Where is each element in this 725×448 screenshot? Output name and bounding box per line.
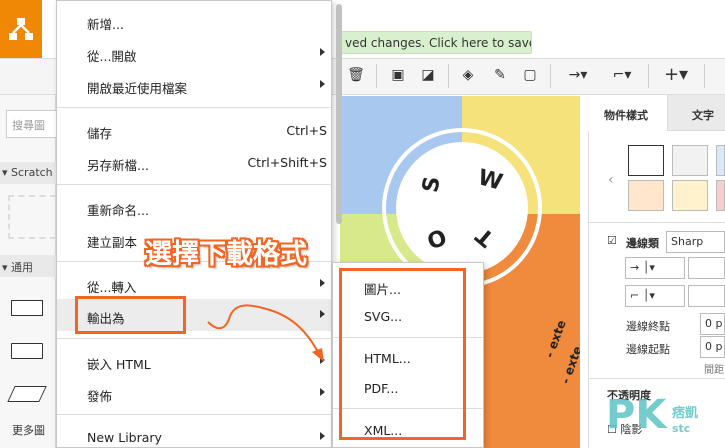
watermark-logo: PK <box>606 392 667 438</box>
export-formats-highlight <box>339 268 466 440</box>
spacing-label: 間距 <box>704 365 724 376</box>
menu-item-label: 開啟最近使用檔案 <box>87 81 188 96</box>
menu-separator <box>57 107 331 108</box>
menu-item-save[interactable]: 儲存 Ctrl+S <box>57 114 331 146</box>
menu-item-label: 從...轉入 <box>87 280 137 295</box>
menu-item-open-recent[interactable]: 開啟最近使用檔案 <box>57 69 331 101</box>
line-start-spacing-input[interactable]: 0 p <box>700 336 725 358</box>
style-swatch[interactable] <box>716 145 725 176</box>
export-as-highlight <box>75 296 186 334</box>
annotation-callout: 選擇下載格式 <box>145 239 307 270</box>
menu-item-shortcut: Ctrl+S <box>286 123 327 138</box>
menu-item-label: 重新命名... <box>87 203 149 218</box>
submenu-arrow-icon <box>320 388 325 396</box>
toolbar-separator <box>376 64 377 88</box>
submenu-arrow-icon <box>320 48 325 56</box>
unsaved-changes-banner[interactable]: ved changes. Click here to save. <box>336 31 532 54</box>
panel-divider <box>588 378 725 379</box>
chevron-left-icon[interactable]: ‹ <box>608 172 614 188</box>
line-end-spacing-input[interactable]: 0 p <box>700 313 725 335</box>
line-color-icon[interactable]: ✎ <box>490 66 510 84</box>
style-swatch[interactable] <box>672 180 708 211</box>
toolbar-separator <box>648 64 649 88</box>
insert-icon[interactable]: +▾ <box>660 66 692 84</box>
edge-style-select[interactable]: Sharp <box>666 231 725 253</box>
menu-item-label: New Library <box>87 430 162 445</box>
scratchpad-header[interactable]: ▾ Scratch <box>0 162 56 184</box>
watermark: PK 痞凱 stc <box>606 392 725 448</box>
menu-separator <box>57 184 331 185</box>
submenu-arrow-icon <box>320 432 325 440</box>
menu-item-label: 另存新檔... <box>87 158 149 173</box>
tab-style[interactable]: 物件樣式 <box>588 95 668 131</box>
edge-style-label: 邊線類 <box>626 237 659 250</box>
menu-item-label: 儲存 <box>87 126 113 141</box>
watermark-text: 痞凱 <box>672 406 699 421</box>
menu-item-label: 發佈 <box>87 389 113 404</box>
general-header[interactable]: ▾ 通用 <box>0 255 56 277</box>
menu-item-label: 新增... <box>87 17 124 32</box>
submenu-arrow-icon <box>320 80 325 88</box>
drawio-logo-icon <box>9 18 33 40</box>
rectangle-shape[interactable] <box>11 300 43 316</box>
submenu-arrow-icon <box>320 279 325 287</box>
menu-scrollbar[interactable] <box>336 4 342 224</box>
watermark-sub: stc <box>672 422 691 435</box>
shape-search-input[interactable]: 搜尋圖 <box>6 110 56 138</box>
more-shapes-link[interactable]: 更多圖 <box>12 422 45 438</box>
line-end-label: 邊線終點 <box>626 320 670 333</box>
menu-item-new-library[interactable]: New Library <box>57 421 331 448</box>
pattern-select[interactable] <box>688 285 725 307</box>
to-front-icon[interactable]: ▣ <box>388 66 408 84</box>
style-swatch[interactable] <box>628 145 664 176</box>
line-end-arrow-select[interactable] <box>688 257 725 279</box>
toolbar-separator <box>550 64 551 88</box>
app-logo[interactable] <box>0 0 42 58</box>
menu-item-label: 嵌入 HTML <box>87 357 151 372</box>
scratchpad-label: Scratch <box>11 166 53 179</box>
scratchpad-area[interactable] <box>8 195 56 239</box>
menu-item-save-as[interactable]: 另存新檔... Ctrl+Shift+S <box>57 146 331 178</box>
connection-icon[interactable]: →▾ <box>562 66 594 84</box>
toolbar-separator <box>704 64 705 88</box>
toolbar-separator <box>448 64 449 88</box>
style-swatch[interactable] <box>716 180 725 211</box>
waypoints-icon[interactable]: ⌐▾ <box>606 66 638 84</box>
menu-item-open-from[interactable]: 從...開啟 <box>57 37 331 69</box>
menu-separator <box>57 414 331 415</box>
waypoint-select[interactable]: ⌐ │▾ <box>625 285 685 307</box>
delete-icon[interactable]: 🗑 <box>346 66 366 84</box>
line-start-arrow-select[interactable]: → │▾ <box>625 257 685 279</box>
style-swatch[interactable] <box>628 180 664 211</box>
file-menu: 新增... 從...開啟 開啟最近使用檔案 儲存 Ctrl+S 另存新檔... Ct… <box>56 0 332 448</box>
menu-item-label: 從...開啟 <box>87 49 137 64</box>
style-swatch[interactable] <box>672 145 708 176</box>
menu-item-publish[interactable]: 發佈 <box>57 377 331 409</box>
rounded-rectangle-shape[interactable] <box>11 343 43 359</box>
to-back-icon[interactable]: ◪ <box>418 66 438 84</box>
shadow-icon[interactable]: ▢ <box>520 66 540 84</box>
edge-style-checkbox[interactable]: ☑ <box>607 234 617 247</box>
menu-item-label: 建立副本 <box>87 235 138 250</box>
line-start-label: 邊線起點 <box>626 343 670 356</box>
menu-item-rename[interactable]: 重新命名... <box>57 191 331 223</box>
general-label: 通用 <box>11 261 34 274</box>
panel-divider <box>588 222 725 223</box>
menu-item-shortcut: Ctrl+Shift+S <box>247 155 327 170</box>
annotation-arrow-icon <box>207 304 324 362</box>
tab-text[interactable]: 文字 <box>668 95 725 131</box>
fill-color-icon[interactable]: ◈ <box>458 66 478 84</box>
menu-item-new[interactable]: 新增... <box>57 5 331 37</box>
